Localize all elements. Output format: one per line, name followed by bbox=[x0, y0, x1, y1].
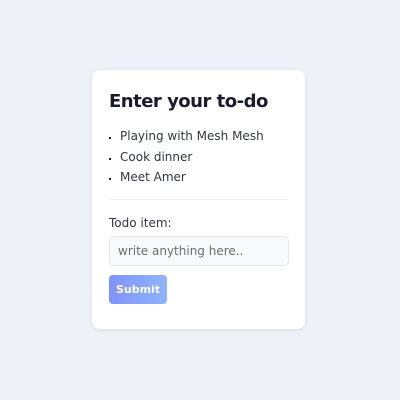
todo-list: Playing with Mesh Mesh Cook dinner Meet … bbox=[109, 129, 288, 184]
list-item: Cook dinner bbox=[120, 150, 288, 164]
divider bbox=[109, 199, 288, 200]
submit-button[interactable]: Submit bbox=[109, 275, 167, 304]
list-item: Playing with Mesh Mesh bbox=[120, 129, 288, 143]
page-title: Enter your to-do bbox=[109, 91, 268, 112]
todo-item-label: Todo item: bbox=[109, 216, 172, 230]
list-item: Meet Amer bbox=[120, 170, 288, 184]
todo-card: Enter your to-do Playing with Mesh Mesh … bbox=[92, 70, 305, 329]
todo-item-input[interactable] bbox=[109, 236, 289, 266]
